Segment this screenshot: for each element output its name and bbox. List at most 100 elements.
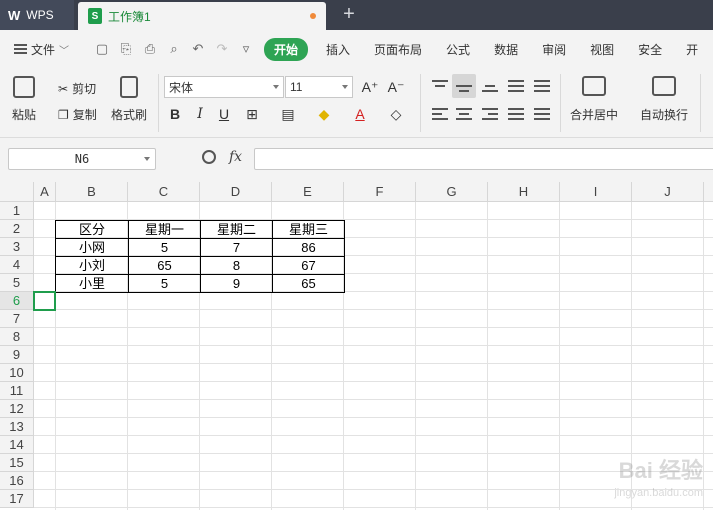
row-header-17[interactable]: 17 (0, 490, 34, 508)
menu-item-data[interactable]: 数据 (482, 41, 530, 58)
underline-icon[interactable]: U (214, 104, 234, 124)
column-header-a[interactable]: A (34, 182, 56, 202)
wrap-text-button[interactable]: 自动换行 (640, 76, 688, 123)
border-icon[interactable]: ⊞ (242, 104, 262, 124)
column-header-e[interactable]: E (272, 182, 344, 202)
align-bottom-icon[interactable] (482, 80, 498, 92)
redo-icon[interactable]: ↷ (213, 40, 231, 58)
merge-center-button[interactable]: 合并居中 (570, 76, 618, 123)
row-header-13[interactable]: 13 (0, 418, 34, 436)
row-header-10[interactable]: 10 (0, 364, 34, 382)
table-cell[interactable]: 67 (272, 256, 345, 275)
print-icon[interactable]: ⎙ (141, 40, 159, 58)
column-header-c[interactable]: C (128, 182, 200, 202)
spreadsheet-grid[interactable]: A B C D E F G H I J 1 2 3 4 5 6 7 8 9 10 11 12 13 14 1… (0, 182, 713, 510)
select-all-corner[interactable] (0, 182, 34, 202)
font-name-value: 宋体 (169, 80, 194, 95)
print-preview-icon[interactable]: ⌕ (165, 40, 183, 58)
copy-button[interactable]: ❐ 复制 (58, 106, 97, 123)
italic-icon[interactable]: I (190, 104, 210, 124)
justify-icon[interactable] (508, 108, 524, 120)
font-size-select[interactable]: 11 (285, 76, 353, 98)
menu-item-security[interactable]: 安全 (626, 41, 674, 58)
align-right-icon[interactable] (482, 108, 498, 120)
row-header-5[interactable]: 5 (0, 274, 34, 292)
formula-input[interactable] (254, 148, 713, 170)
clear-format-icon[interactable]: ◇ (386, 104, 406, 124)
active-cell-selection[interactable] (33, 291, 56, 311)
file-menu[interactable]: 文件 ﹀ (0, 41, 90, 58)
table-cell[interactable]: 8 (200, 256, 273, 275)
save-icon[interactable]: ▢ (93, 40, 111, 58)
table-cell[interactable]: 5 (128, 274, 201, 293)
menu-item-page-layout[interactable]: 页面布局 (362, 41, 434, 58)
distributed-icon[interactable] (534, 108, 550, 120)
bold-icon[interactable]: B (165, 104, 185, 124)
row-header-8[interactable]: 8 (0, 328, 34, 346)
row-header-3[interactable]: 3 (0, 238, 34, 256)
table-header-cell[interactable]: 星期一 (128, 220, 201, 239)
cut-button[interactable]: ✂ 剪切 (58, 80, 96, 97)
row-header-1[interactable]: 1 (0, 202, 34, 220)
paste-button[interactable]: 粘贴 (12, 76, 36, 123)
row-header-9[interactable]: 9 (0, 346, 34, 364)
font-name-select[interactable]: 宋体 (164, 76, 284, 98)
fill-color-icon[interactable]: ◆ (314, 104, 334, 124)
column-header-g[interactable]: G (416, 182, 488, 202)
row-header-16[interactable]: 16 (0, 472, 34, 490)
name-box[interactable]: N6 (8, 148, 156, 170)
menu-item-view[interactable]: 视图 (578, 41, 626, 58)
table-cell[interactable]: 65 (272, 274, 345, 293)
column-header-d[interactable]: D (200, 182, 272, 202)
table-cell[interactable]: 7 (200, 238, 273, 257)
function-icon[interactable]: fx (229, 149, 242, 165)
more-options-icon[interactable]: ▿ (237, 40, 255, 58)
table-cell[interactable]: 小刘 (55, 256, 129, 275)
menu-item-developer[interactable]: 开 (674, 41, 710, 58)
data-table[interactable]: 区分 星期一 星期二 星期三 小网 5 7 86 小刘 65 8 67 小里 5… (55, 220, 345, 293)
table-cell[interactable]: 65 (128, 256, 201, 275)
indent-decrease-icon[interactable] (508, 80, 524, 92)
align-top-icon[interactable] (432, 80, 448, 92)
row-header-4[interactable]: 4 (0, 256, 34, 274)
table-cell[interactable]: 小网 (55, 238, 129, 257)
align-left-icon[interactable] (432, 108, 448, 120)
table-cell[interactable]: 5 (128, 238, 201, 257)
undo-icon[interactable]: ↶ (189, 40, 207, 58)
table-cell[interactable]: 小里 (55, 274, 129, 293)
column-header-j[interactable]: J (632, 182, 704, 202)
row-header-14[interactable]: 14 (0, 436, 34, 454)
menu-item-review[interactable]: 审阅 (530, 41, 578, 58)
wps-home-tab[interactable]: W WPS (0, 0, 74, 30)
menu-item-insert[interactable]: 插入 (314, 41, 362, 58)
fill-pattern-icon[interactable]: ▤ (278, 104, 298, 124)
font-color-icon[interactable]: A (350, 104, 370, 124)
row-header-12[interactable]: 12 (0, 400, 34, 418)
table-cell[interactable]: 9 (200, 274, 273, 293)
export-icon[interactable]: ⎘ (117, 40, 135, 58)
row-header-6[interactable]: 6 (0, 292, 34, 310)
menu-bar: 文件 ﹀ ▢ ⎘ ⎙ ⌕ ↶ ↷ ▿ 开始 插入 页面布局 公式 数据 审阅 视… (0, 30, 713, 68)
menu-item-start[interactable]: 开始 (264, 37, 309, 61)
new-tab-button[interactable]: + (338, 4, 360, 26)
decrease-font-icon[interactable]: A⁻ (386, 77, 406, 97)
row-header-7[interactable]: 7 (0, 310, 34, 328)
column-header-h[interactable]: H (488, 182, 560, 202)
column-header-i[interactable]: I (560, 182, 632, 202)
table-cell[interactable]: 86 (272, 238, 345, 257)
indent-increase-icon[interactable] (534, 80, 550, 92)
table-header-cell[interactable]: 区分 (55, 220, 129, 239)
column-header-f[interactable]: F (344, 182, 416, 202)
row-header-15[interactable]: 15 (0, 454, 34, 472)
table-header-cell[interactable]: 星期三 (272, 220, 345, 239)
column-header-b[interactable]: B (56, 182, 128, 202)
increase-font-icon[interactable]: A⁺ (360, 77, 380, 97)
menu-item-formulas[interactable]: 公式 (434, 41, 482, 58)
row-header-11[interactable]: 11 (0, 382, 34, 400)
align-center-icon[interactable] (456, 108, 472, 120)
row-header-2[interactable]: 2 (0, 220, 34, 238)
format-painter-button[interactable]: 格式刷 (111, 76, 147, 123)
document-tab[interactable]: S 工作簿1 (78, 2, 326, 30)
table-header-cell[interactable]: 星期二 (200, 220, 273, 239)
zoom-icon[interactable] (202, 150, 216, 164)
